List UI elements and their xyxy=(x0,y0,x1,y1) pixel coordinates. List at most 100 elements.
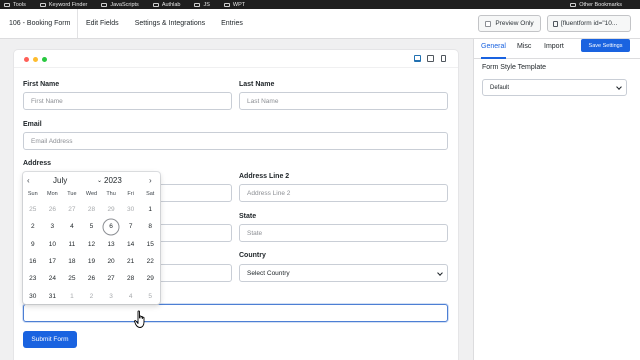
state-label: State xyxy=(239,213,257,220)
calendar-day[interactable]: 4 xyxy=(121,287,141,304)
year-input[interactable]: 2023 xyxy=(104,176,122,185)
calendar-day[interactable]: 30 xyxy=(23,287,43,304)
desktop-view-icon[interactable] xyxy=(414,55,421,62)
shortcode-copy-button[interactable]: [fluentform id="10... xyxy=(547,15,631,32)
address-line-2-label: Address Line 2 xyxy=(239,173,290,180)
form-style-template-label: Form Style Template xyxy=(482,64,547,71)
calendar-day[interactable]: 13 xyxy=(101,236,121,253)
weekday-label: Fri xyxy=(127,191,134,197)
calendar-day[interactable]: 16 xyxy=(23,253,43,270)
bookmarks-bar: Tools Keyword Finder JavaScripts Authlab… xyxy=(0,0,640,9)
country-label: Country xyxy=(239,252,266,259)
calendar-day[interactable]: 25 xyxy=(62,270,82,287)
next-month-icon[interactable]: › xyxy=(149,176,152,185)
calendar-day[interactable]: 4 xyxy=(62,218,82,235)
form-style-template-select[interactable]: Default xyxy=(482,79,627,96)
bookmark-wpt[interactable]: WPT xyxy=(223,2,245,8)
calendar-day[interactable]: 3 xyxy=(43,218,63,235)
first-name-input[interactable]: First Name xyxy=(23,92,232,110)
month-select[interactable]: July xyxy=(53,176,67,185)
save-settings-button[interactable]: Save Settings xyxy=(581,39,630,52)
bookmark-js[interactable]: JS xyxy=(194,2,210,8)
calendar-day[interactable]: 29 xyxy=(140,270,160,287)
calendar-day[interactable]: 1 xyxy=(140,201,160,218)
calendar-day[interactable]: 30 xyxy=(121,201,141,218)
calendar-day[interactable]: 22 xyxy=(140,253,160,270)
calendar-day[interactable]: 3 xyxy=(101,287,121,304)
bookmark-authlab[interactable]: Authlab xyxy=(152,2,180,8)
state-input[interactable]: State xyxy=(239,224,448,242)
preview-button[interactable]: Preview Only xyxy=(478,15,541,32)
nav-edit-fields[interactable]: Edit Fields xyxy=(86,20,119,27)
sidebar-tabs: General Misc Import Save Settings xyxy=(474,39,640,59)
address-label: Address xyxy=(23,160,52,167)
calendar-day[interactable]: 28 xyxy=(82,201,102,218)
calendar-day[interactable]: 15 xyxy=(140,236,160,253)
other-bookmarks[interactable]: Other Bookmarks xyxy=(570,0,622,9)
form-title: 106 - Booking Form xyxy=(0,9,78,38)
calendar-day[interactable]: 5 xyxy=(82,218,102,235)
calendar-day[interactable]: 8 xyxy=(140,218,160,235)
calendar-day[interactable]: 2 xyxy=(23,218,43,235)
folder-icon xyxy=(101,2,108,7)
calendar-day[interactable]: 9 xyxy=(23,236,43,253)
hand-cursor-icon xyxy=(134,310,145,328)
calendar-day[interactable]: 29 xyxy=(101,201,121,218)
calendar-day[interactable]: 19 xyxy=(82,253,102,270)
calendar-day[interactable]: 21 xyxy=(121,253,141,270)
tab-misc[interactable]: Misc xyxy=(517,43,531,50)
datepicker-popup: ‹ July ⌄ 2023 › Sun Mon Tue Wed Thu Fri Sat 25… xyxy=(23,172,160,304)
submit-form-button[interactable]: Submit Form xyxy=(23,331,77,348)
calendar-day[interactable]: 11 xyxy=(62,236,82,253)
country-select[interactable]: Select Country xyxy=(239,264,448,282)
calendar-day[interactable]: 31 xyxy=(43,287,63,304)
bookmark-tools[interactable]: Tools xyxy=(4,2,26,8)
address-line-2-input[interactable]: Address Line 2 xyxy=(239,184,448,202)
calendar-day[interactable]: 12 xyxy=(82,236,102,253)
calendar-day[interactable]: 23 xyxy=(23,270,43,287)
calendar-day[interactable]: 27 xyxy=(62,201,82,218)
calendar-day[interactable]: 10 xyxy=(43,236,63,253)
folder-icon xyxy=(4,2,10,7)
calendar-day[interactable]: 7 xyxy=(121,218,141,235)
window-dot-red xyxy=(24,57,29,62)
calendar-day[interactable]: 20 xyxy=(101,253,121,270)
folder-icon xyxy=(570,2,577,7)
first-name-label: First Name xyxy=(23,81,60,88)
calendar-day[interactable]: 24 xyxy=(43,270,63,287)
calendar-day[interactable]: 1 xyxy=(62,287,82,304)
calendar-day-today[interactable]: 6 xyxy=(101,218,121,235)
weekday-label: Sun xyxy=(27,191,38,197)
calendar-day[interactable]: 28 xyxy=(121,270,141,287)
tablet-view-icon[interactable] xyxy=(427,55,434,62)
nav-entries[interactable]: Entries xyxy=(221,20,243,27)
last-name-input[interactable]: Last Name xyxy=(239,92,448,110)
calendar-day[interactable]: 26 xyxy=(43,201,63,218)
calendar-day[interactable]: 17 xyxy=(43,253,63,270)
calendar-day[interactable]: 26 xyxy=(82,270,102,287)
calendar-day[interactable]: 18 xyxy=(62,253,82,270)
calendar-day[interactable]: 5 xyxy=(140,287,160,304)
folder-icon xyxy=(39,2,46,7)
bookmark-keyword-finder[interactable]: Keyword Finder xyxy=(39,2,87,8)
window-dot-yellow xyxy=(33,57,38,62)
tab-import[interactable]: Import xyxy=(544,43,564,50)
window-dot-green xyxy=(42,57,47,62)
bookmark-javascripts[interactable]: JavaScripts xyxy=(101,2,139,8)
datepicker-days: 25 26 27 28 29 30 1 2 3 4 5 6 7 8 9 10 11 12 13 14 15 16 17 18 1… xyxy=(23,201,160,305)
nav-settings-integrations[interactable]: Settings & Integrations xyxy=(135,20,205,27)
calendar-day[interactable]: 14 xyxy=(121,236,141,253)
folder-icon xyxy=(223,2,230,7)
preview-checkbox-icon xyxy=(485,20,492,27)
calendar-day[interactable]: 2 xyxy=(82,287,102,304)
weekday-label: Thu xyxy=(106,191,116,197)
tab-general[interactable]: General xyxy=(481,43,506,50)
calendar-day[interactable]: 27 xyxy=(101,270,121,287)
prev-month-icon[interactable]: ‹ xyxy=(27,176,30,185)
weekday-label: Wed xyxy=(85,191,98,197)
date-input[interactable] xyxy=(23,304,448,322)
mobile-view-icon[interactable] xyxy=(441,55,446,62)
canvas-toolbar xyxy=(14,50,458,68)
email-input[interactable]: Email Address xyxy=(23,132,448,150)
calendar-day[interactable]: 25 xyxy=(23,201,43,218)
